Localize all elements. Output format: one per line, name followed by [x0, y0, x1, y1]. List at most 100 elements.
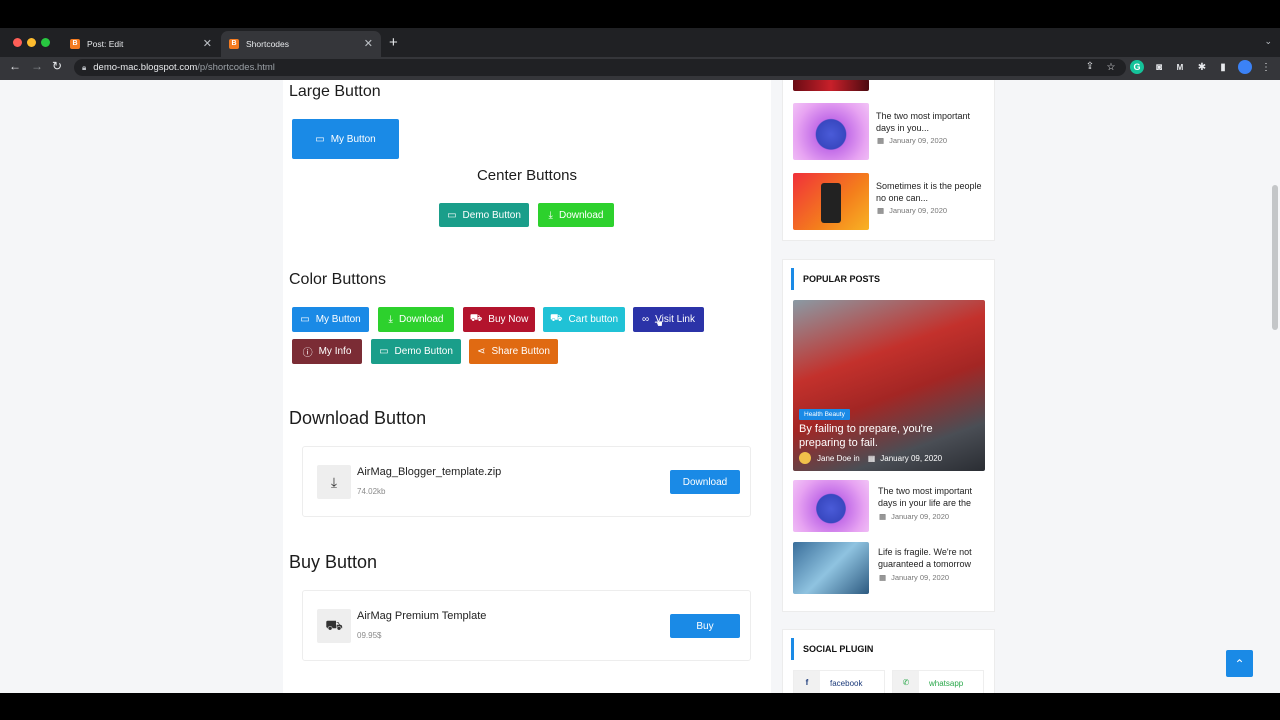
date-text: January 09, 2020: [889, 206, 948, 215]
tab-shortcodes[interactable]: B Shortcodes ✕: [221, 31, 381, 57]
download-box: ⤓ AirMag_Blogger_template.zip 74.02kb Do…: [302, 446, 751, 517]
download-icon: ⤓: [548, 209, 553, 221]
social-plugin-title: SOCIAL PLUGIN: [791, 638, 873, 660]
buy-box: ⛟ AirMag Premium Template 09.95$ Buy: [302, 590, 751, 661]
blogger-favicon-icon: B: [229, 39, 239, 49]
download-icon: ⤓: [388, 314, 393, 325]
blogger-favicon-icon: B: [70, 39, 80, 49]
post-date: ▦ January 09, 2020: [879, 573, 949, 582]
post-date: ▦ January 09, 2020: [877, 206, 947, 215]
scrollbar-thumb[interactable]: [1272, 185, 1278, 330]
puzzle-extensions-icon[interactable]: ✱: [1195, 60, 1209, 74]
main-content: Large Button ▭ My Button Center Buttons ▭…: [283, 80, 771, 693]
calendar-icon: ▦: [879, 573, 887, 582]
tab-label: Post: Edit: [87, 39, 124, 49]
folder-icon: ▭: [447, 209, 457, 221]
color-download-button[interactable]: ⤓ Download: [378, 307, 454, 332]
category-badge[interactable]: Health Beauty: [799, 409, 850, 420]
close-tab-icon[interactable]: ✕: [203, 37, 212, 50]
back-arrow-icon[interactable]: ←: [9, 59, 21, 73]
reload-icon[interactable]: ↻: [52, 59, 62, 73]
tab-label: Shortcodes: [246, 39, 289, 49]
recent-posts-card: The two most important days in you... ▦ J…: [782, 80, 995, 241]
button-label: Share Button: [491, 346, 550, 357]
zoom-window-button[interactable]: [41, 38, 50, 47]
download-button-heading: Download Button: [289, 408, 427, 428]
bookmark-star-icon[interactable]: ☆: [1104, 60, 1118, 74]
post-thumbnail[interactable]: [793, 173, 869, 230]
cart-icon: ⛟: [469, 313, 483, 324]
url-host: demo-mac.blogspot.com: [93, 62, 198, 73]
m-extension-icon[interactable]: M: [1173, 60, 1187, 74]
center-download-button[interactable]: ⤓ Download: [538, 203, 614, 227]
popular-posts-title: POPULAR POSTS: [791, 268, 880, 290]
profile-avatar-icon[interactable]: [1238, 60, 1252, 74]
buy-button-heading: Buy Button: [289, 552, 378, 572]
close-tab-icon[interactable]: ✕: [364, 37, 373, 50]
share-icon: ⋖: [477, 346, 486, 357]
post-title[interactable]: The two most important days in your life…: [878, 485, 988, 509]
camera-extension-icon[interactable]: ◙: [1152, 60, 1166, 74]
address-bar[interactable]: 🔒︎ demo-mac.blogspot.com/p/shortcodes.ht…: [74, 59, 1126, 76]
button-label: Cart button: [568, 314, 619, 325]
button-label: Demo Button: [394, 346, 453, 357]
center-demo-button[interactable]: ▭ Demo Button: [439, 203, 529, 227]
large-my-button[interactable]: ▭ My Button: [292, 119, 399, 159]
popular-posts-card: POPULAR POSTS Health Beauty By failing t…: [782, 259, 995, 612]
date-text: January 09, 2020: [889, 136, 948, 145]
mouse-pointer-icon: ☚: [654, 319, 663, 330]
button-label: My Button: [330, 133, 376, 145]
product-name: AirMag Premium Template: [357, 610, 487, 622]
color-demo-button[interactable]: ▭ Demo Button: [371, 339, 461, 364]
more-menu-icon[interactable]: ⋮: [1259, 60, 1273, 74]
cart-icon: ⛟: [317, 609, 351, 643]
chevron-down-icon[interactable]: ⌄: [1264, 36, 1272, 47]
social-label: facebook: [830, 678, 863, 688]
close-window-button[interactable]: [13, 38, 22, 47]
color-my-button[interactable]: ▭ My Button: [292, 307, 369, 332]
date-text: January 09, 2020: [880, 453, 943, 463]
post-thumbnail[interactable]: [793, 103, 869, 160]
download-file-button[interactable]: Download: [670, 470, 740, 494]
color-cart-button[interactable]: ⛟ Cart button: [543, 307, 625, 332]
calendar-icon: ▦: [877, 136, 885, 145]
post-title[interactable]: The two most important days in you...: [876, 110, 986, 134]
calendar-icon: ▦: [867, 453, 876, 463]
social-label: whatsapp: [929, 678, 964, 688]
post-thumbnail[interactable]: [793, 80, 869, 91]
grammarly-extension-icon[interactable]: G: [1130, 60, 1144, 74]
featured-post-image[interactable]: Health Beauty By failing to prepare, you…: [793, 300, 985, 471]
color-buy-now-button[interactable]: ⛟ Buy Now: [463, 307, 535, 332]
post-date: ▦ January 09, 2020: [877, 136, 947, 145]
forward-arrow-icon[interactable]: →: [31, 59, 43, 73]
author-name[interactable]: Jane Doe in: [817, 454, 860, 463]
color-share-button[interactable]: ⋖ Share Button: [469, 339, 558, 364]
scroll-to-top-button[interactable]: ⌃: [1226, 650, 1253, 677]
post-title[interactable]: Life is fragile. We're not guaranteed a …: [878, 546, 988, 570]
post-thumbnail[interactable]: [793, 542, 869, 594]
scrollbar-track[interactable]: [1270, 80, 1280, 693]
color-visit-link-button[interactable]: ∞ Visit Link: [633, 307, 704, 332]
web-page: Large Button ▭ My Button Center Buttons ▭…: [0, 80, 1280, 693]
whatsapp-link[interactable]: ✆ whatsapp: [892, 670, 984, 693]
info-icon: ⓘ: [302, 348, 313, 359]
side-panel-icon[interactable]: ▮: [1216, 60, 1230, 74]
color-my-info-button[interactable]: ⓘ My Info: [292, 339, 362, 364]
file-size: 74.02kb: [357, 487, 386, 496]
button-label: Buy Now: [488, 314, 529, 325]
tab-post-edit[interactable]: B Post: Edit ✕: [62, 31, 220, 57]
download-icon: ⤓: [317, 465, 351, 499]
plus-icon[interactable]: +: [389, 34, 398, 51]
minimize-window-button[interactable]: [27, 38, 36, 47]
buy-product-button[interactable]: Buy: [670, 614, 740, 638]
center-buttons-heading: Center Buttons: [476, 167, 578, 184]
social-plugin-card: SOCIAL PLUGIN f facebook ✆ whatsapp: [782, 629, 995, 693]
post-thumbnail[interactable]: [793, 480, 869, 532]
featured-post-title[interactable]: By failing to prepare, you're preparing …: [799, 422, 979, 450]
facebook-link[interactable]: f facebook: [793, 670, 885, 693]
share-page-icon[interactable]: ⇪: [1083, 59, 1097, 73]
post-date: ▦ January 09, 2020: [879, 512, 949, 521]
phone-shape: [821, 183, 841, 223]
post-title[interactable]: Sometimes it is the people no one can...: [876, 180, 986, 204]
product-price: 09.95$: [357, 631, 382, 640]
